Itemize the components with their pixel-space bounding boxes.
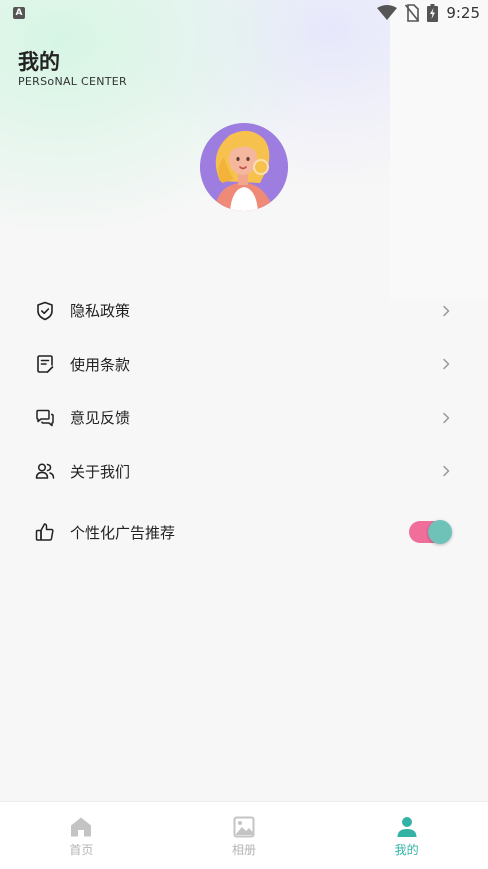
no-sim-icon xyxy=(405,4,420,22)
page-title: 我的 xyxy=(18,50,60,74)
personalized-ads-toggle[interactable] xyxy=(409,520,452,544)
chevron-right-icon xyxy=(443,412,450,423)
settings-menu: 隐私政策 使用条款 意见反馈 关于我们 个性化广告推荐 xyxy=(0,284,488,562)
avatar[interactable] xyxy=(200,123,288,211)
menu-item-privacy-policy[interactable]: 隐私政策 xyxy=(0,284,488,338)
menu-item-label: 隐私政策 xyxy=(70,302,131,321)
image-icon xyxy=(233,816,255,837)
header-gradient-background xyxy=(0,0,390,300)
users-icon xyxy=(35,461,55,481)
status-bar: A 9:25 xyxy=(0,0,488,28)
bottom-navigation: 首页 相册 我的 xyxy=(0,801,488,869)
menu-item-personalized-ads: 个性化广告推荐 xyxy=(0,502,488,562)
menu-item-label: 个性化广告推荐 xyxy=(70,523,176,542)
nav-tab-label: 首页 xyxy=(69,842,94,857)
nav-tab-label: 相册 xyxy=(232,842,257,857)
status-time: 9:25 xyxy=(446,4,480,22)
profile-screen: A 9:25 我的 PERSoNAL CENTER 隐私政策 使用条款 意见反馈… xyxy=(0,0,488,869)
wifi-icon xyxy=(377,5,398,20)
chevron-right-icon xyxy=(443,359,450,370)
avatar-illustration xyxy=(200,123,288,211)
document-edit-icon xyxy=(35,354,55,374)
nav-tab-mine[interactable]: 我的 xyxy=(325,802,488,869)
shield-check-icon xyxy=(35,301,55,321)
chat-bubbles-icon xyxy=(35,408,55,428)
menu-item-label: 使用条款 xyxy=(70,355,131,374)
page-subtitle: PERSoNAL CENTER xyxy=(18,75,127,88)
battery-charging-icon xyxy=(427,4,439,22)
home-icon xyxy=(71,817,92,836)
nav-tab-album[interactable]: 相册 xyxy=(163,802,326,869)
menu-item-about-us[interactable]: 关于我们 xyxy=(0,445,488,499)
toggle-knob xyxy=(428,520,452,544)
person-icon xyxy=(397,816,417,837)
menu-item-label: 关于我们 xyxy=(70,462,131,481)
menu-item-feedback[interactable]: 意见反馈 xyxy=(0,391,488,445)
thumbs-up-icon xyxy=(35,522,55,542)
chevron-right-icon xyxy=(443,305,450,316)
menu-item-label: 意见反馈 xyxy=(70,409,131,428)
status-icons: 9:25 xyxy=(377,4,480,22)
chevron-right-icon xyxy=(443,466,450,477)
nav-tab-label: 我的 xyxy=(394,842,419,857)
app-notification-icon: A xyxy=(13,7,25,19)
nav-tab-home[interactable]: 首页 xyxy=(0,802,163,869)
menu-item-terms-of-use[interactable]: 使用条款 xyxy=(0,338,488,392)
header-side-background xyxy=(390,0,488,300)
